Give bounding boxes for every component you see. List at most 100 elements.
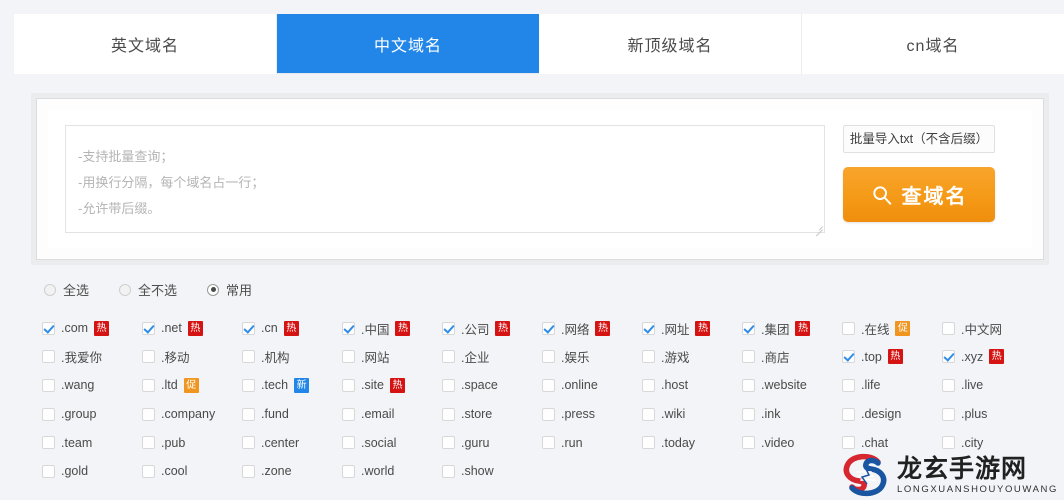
suffix-option[interactable]: .fund — [242, 400, 342, 429]
suffix-option[interactable]: .site 热 — [342, 371, 442, 400]
suffix-checkbox[interactable] — [442, 407, 455, 421]
suffix-checkbox[interactable] — [842, 321, 855, 335]
suffix-option[interactable]: .娱乐 — [542, 343, 642, 372]
suffix-option[interactable]: .zone — [242, 457, 342, 486]
suffix-checkbox[interactable] — [442, 321, 455, 335]
suffix-option[interactable]: .world — [342, 457, 442, 486]
suffix-checkbox[interactable] — [242, 436, 255, 450]
suffix-option[interactable]: .email — [342, 400, 442, 429]
suffix-checkbox[interactable] — [742, 321, 755, 335]
suffix-checkbox[interactable] — [642, 321, 655, 335]
suffix-option[interactable]: .com 热 — [42, 314, 142, 343]
suffix-option[interactable]: .center — [242, 428, 342, 457]
suffix-checkbox[interactable] — [742, 378, 755, 392]
suffix-option[interactable]: .social — [342, 428, 442, 457]
tab-0[interactable]: 英文域名 — [14, 14, 277, 74]
suffix-option[interactable]: .企业 — [442, 343, 542, 372]
suffix-option[interactable]: .wang — [42, 371, 142, 400]
suffix-checkbox[interactable] — [42, 407, 55, 421]
suffix-option[interactable]: .我爱你 — [42, 343, 142, 372]
suffix-checkbox[interactable] — [142, 378, 155, 392]
suffix-option[interactable]: .网站 — [342, 343, 442, 372]
suffix-checkbox[interactable] — [342, 350, 355, 364]
suffix-checkbox[interactable] — [42, 464, 55, 478]
suffix-checkbox[interactable] — [442, 350, 455, 364]
suffix-option[interactable]: .run — [542, 428, 642, 457]
suffix-checkbox[interactable] — [142, 407, 155, 421]
suffix-checkbox[interactable] — [442, 378, 455, 392]
suffix-option[interactable]: .video — [742, 428, 842, 457]
suffix-checkbox[interactable] — [642, 407, 655, 421]
suffix-option[interactable]: .网址热 — [642, 314, 742, 343]
select-mode-2[interactable]: 常用 — [207, 280, 252, 299]
suffix-checkbox[interactable] — [142, 350, 155, 364]
suffix-checkbox[interactable] — [542, 321, 555, 335]
suffix-option[interactable]: .press — [542, 400, 642, 429]
suffix-checkbox[interactable] — [942, 407, 955, 421]
radio-indicator[interactable] — [207, 283, 220, 296]
suffix-checkbox[interactable] — [442, 436, 455, 450]
suffix-checkbox[interactable] — [642, 378, 655, 392]
suffix-option[interactable]: .today — [642, 428, 742, 457]
suffix-checkbox[interactable] — [242, 350, 255, 364]
suffix-checkbox[interactable] — [842, 350, 855, 364]
suffix-option[interactable]: .公司热 — [442, 314, 542, 343]
suffix-checkbox[interactable] — [242, 407, 255, 421]
suffix-checkbox[interactable] — [942, 350, 955, 364]
tab-2[interactable]: 新顶级域名 — [539, 14, 802, 74]
search-domain-button[interactable]: 查域名 — [843, 167, 995, 222]
suffix-checkbox[interactable] — [642, 350, 655, 364]
tab-1[interactable]: 中文域名 — [277, 14, 539, 73]
suffix-option[interactable]: .cool — [142, 457, 242, 486]
suffix-checkbox[interactable] — [542, 436, 555, 450]
suffix-option[interactable]: .show — [442, 457, 542, 486]
suffix-option[interactable]: .guru — [442, 428, 542, 457]
suffix-option[interactable]: .top 热 — [842, 343, 942, 372]
suffix-option[interactable]: .xyz 热 — [942, 343, 1042, 372]
suffix-option[interactable]: .在线促 — [842, 314, 942, 343]
suffix-checkbox[interactable] — [442, 464, 455, 478]
suffix-option[interactable]: .host — [642, 371, 742, 400]
suffix-option[interactable]: .website — [742, 371, 842, 400]
suffix-checkbox[interactable] — [742, 407, 755, 421]
suffix-checkbox[interactable] — [842, 407, 855, 421]
suffix-checkbox[interactable] — [42, 321, 55, 335]
import-txt-button[interactable]: 批量导入txt（不含后缀） — [843, 125, 995, 153]
domain-input[interactable] — [65, 125, 825, 233]
suffix-option[interactable]: .pub — [142, 428, 242, 457]
suffix-option[interactable]: .网络热 — [542, 314, 642, 343]
suffix-option[interactable]: .live — [942, 371, 1042, 400]
suffix-option[interactable]: .商店 — [742, 343, 842, 372]
suffix-checkbox[interactable] — [342, 407, 355, 421]
suffix-checkbox[interactable] — [742, 350, 755, 364]
suffix-checkbox[interactable] — [542, 407, 555, 421]
suffix-option[interactable]: .gold — [42, 457, 142, 486]
suffix-checkbox[interactable] — [342, 321, 355, 335]
suffix-checkbox[interactable] — [242, 321, 255, 335]
suffix-option[interactable]: .tech 新 — [242, 371, 342, 400]
suffix-checkbox[interactable] — [142, 464, 155, 478]
suffix-checkbox[interactable] — [942, 378, 955, 392]
suffix-option[interactable]: .游戏 — [642, 343, 742, 372]
suffix-checkbox[interactable] — [942, 321, 955, 335]
suffix-option[interactable]: .移动 — [142, 343, 242, 372]
suffix-checkbox[interactable] — [342, 436, 355, 450]
suffix-option[interactable]: .集团热 — [742, 314, 842, 343]
suffix-checkbox[interactable] — [42, 378, 55, 392]
radio-indicator[interactable] — [44, 283, 56, 296]
select-mode-1[interactable]: 全不选 — [119, 280, 177, 299]
radio-indicator[interactable] — [119, 283, 132, 296]
suffix-checkbox[interactable] — [742, 436, 755, 450]
suffix-option[interactable]: .company — [142, 400, 242, 429]
suffix-checkbox[interactable] — [842, 436, 855, 450]
suffix-checkbox[interactable] — [642, 436, 655, 450]
suffix-option[interactable]: .cn 热 — [242, 314, 342, 343]
suffix-option[interactable]: .space — [442, 371, 542, 400]
suffix-checkbox[interactable] — [142, 436, 155, 450]
suffix-option[interactable]: .net 热 — [142, 314, 242, 343]
suffix-checkbox[interactable] — [142, 321, 155, 335]
suffix-option[interactable]: .plus — [942, 400, 1042, 429]
suffix-checkbox[interactable] — [242, 464, 255, 478]
suffix-checkbox[interactable] — [542, 378, 555, 392]
suffix-option[interactable]: .design — [842, 400, 942, 429]
